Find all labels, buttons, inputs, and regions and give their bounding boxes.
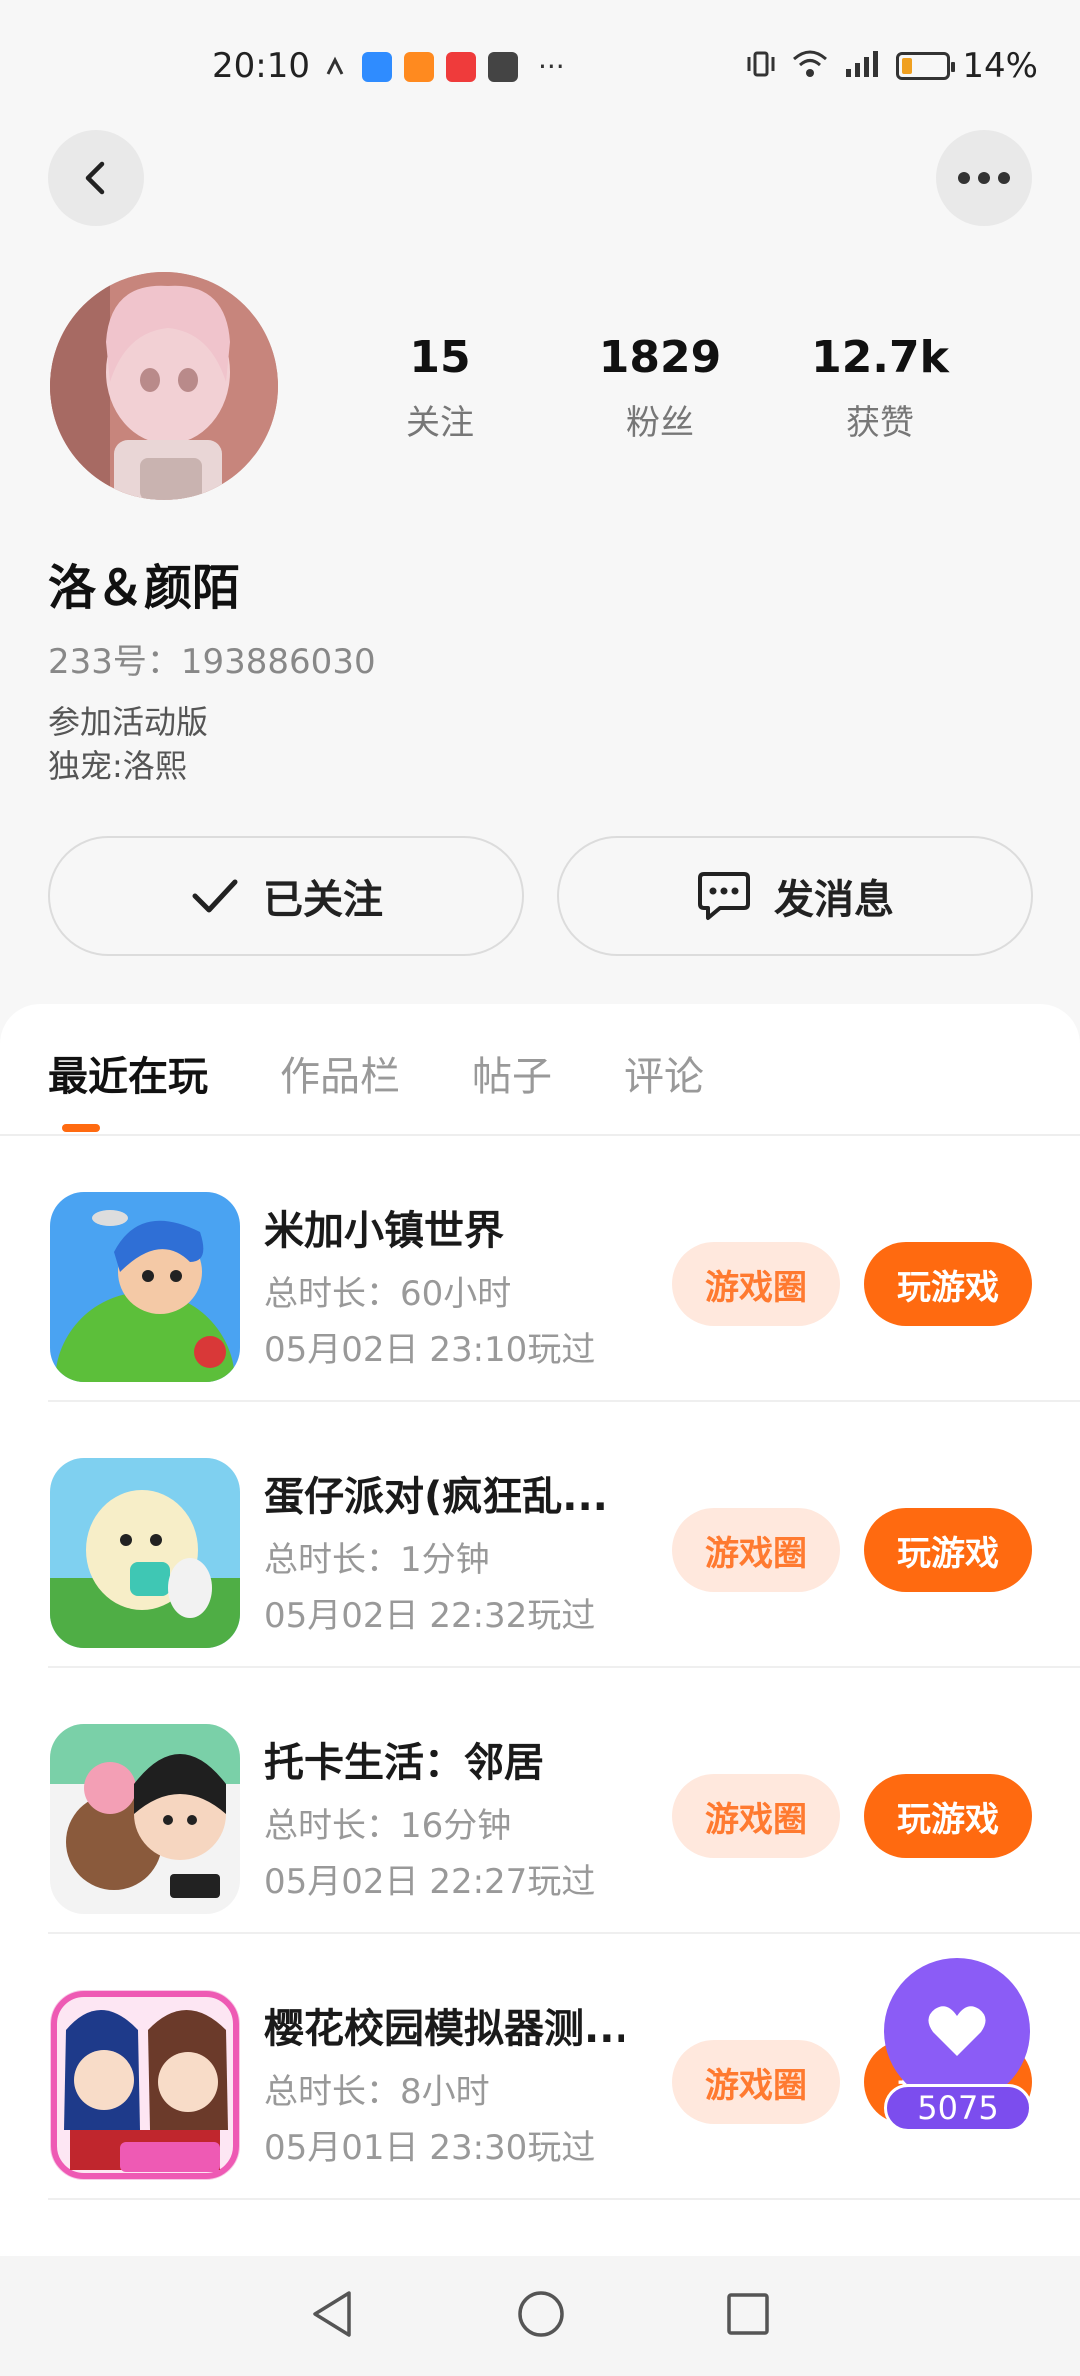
triangle-back-icon bbox=[313, 2291, 352, 2337]
active-tab-indicator bbox=[62, 1124, 100, 1132]
store-app-icon bbox=[488, 51, 518, 82]
status-right: 14% bbox=[744, 46, 1038, 86]
user-bio: 参加活动版 独宠:洛熙 bbox=[48, 700, 208, 788]
nav-back-button[interactable] bbox=[309, 2289, 357, 2343]
game-title: 蛋仔派对(疯狂乱... bbox=[264, 1474, 608, 1520]
game-icon-sakura-school bbox=[50, 1990, 240, 2180]
video-app-icon bbox=[404, 51, 434, 82]
status-time: 20:10 bbox=[212, 46, 310, 86]
following-count: 15 bbox=[409, 332, 471, 383]
game-duration: 总时长：60小时 bbox=[264, 1274, 512, 1314]
nav-recents-button[interactable] bbox=[725, 2291, 771, 2341]
vibrate-icon bbox=[744, 47, 778, 85]
avatar[interactable] bbox=[50, 272, 278, 500]
game-circle-button[interactable]: 游戏圈 bbox=[672, 1774, 840, 1858]
game-last-played: 05月01日 23:30玩过 bbox=[264, 2128, 596, 2168]
more-options-button[interactable] bbox=[936, 130, 1032, 226]
list-item[interactable]: 托卡生活：邻居 总时长：16分钟 05月02日 22:27玩过 游戏圈 玩游戏 bbox=[0, 1668, 1080, 1934]
game-title: 樱花校园模拟器测... bbox=[264, 2006, 624, 2052]
game-icon-eggy-party bbox=[50, 1458, 240, 1648]
profile-tabs: 最近在玩 作品栏 帖子 评论 bbox=[48, 1044, 704, 1136]
game-duration: 总时长：8小时 bbox=[264, 2072, 490, 2112]
notification-icons: ··· bbox=[320, 50, 565, 83]
cellular-signal-icon bbox=[842, 47, 884, 85]
floating-like-widget[interactable]: 5075 bbox=[884, 1958, 1032, 2134]
wifi-icon bbox=[790, 47, 830, 85]
user-nickname: 洛＆颜陌 bbox=[48, 560, 241, 616]
send-message-label: 发消息 bbox=[774, 877, 894, 923]
following-stat[interactable]: 15 关注 bbox=[330, 332, 550, 444]
game-last-played: 05月02日 22:27玩过 bbox=[264, 1862, 596, 1902]
system-nav-bar bbox=[0, 2256, 1080, 2376]
game-title: 米加小镇世界 bbox=[264, 1208, 504, 1254]
bio-line: 参加活动版 bbox=[48, 703, 209, 741]
followers-label: 粉丝 bbox=[626, 403, 694, 443]
following-label: 关注 bbox=[406, 403, 474, 443]
user-id[interactable]: 233号：193886030 bbox=[48, 634, 376, 683]
silent-mode-icon bbox=[320, 52, 350, 82]
play-game-button[interactable]: 玩游戏 bbox=[864, 1508, 1032, 1592]
followers-count: 1829 bbox=[598, 332, 722, 383]
weather-app-icon bbox=[362, 51, 392, 82]
list-item[interactable]: 米加小镇世界 总时长：60小时 05月02日 23:10玩过 游戏圈 玩游戏 bbox=[0, 1136, 1080, 1402]
game-circle-button[interactable]: 游戏圈 bbox=[672, 2040, 840, 2124]
square-recents-icon bbox=[726, 2293, 769, 2335]
tab-works[interactable]: 作品栏 bbox=[280, 1044, 400, 1136]
game-circle-button[interactable]: 游戏圈 bbox=[672, 1508, 840, 1592]
bio-line: 独宠:洛熙 bbox=[48, 747, 187, 785]
game-last-played: 05月02日 23:10玩过 bbox=[264, 1330, 596, 1370]
tab-comments[interactable]: 评论 bbox=[624, 1044, 704, 1136]
send-message-button[interactable]: 发消息 bbox=[557, 836, 1033, 956]
battery-icon bbox=[896, 52, 956, 80]
heart-icon bbox=[928, 2006, 986, 2056]
game-circle-button[interactable]: 游戏圈 bbox=[672, 1242, 840, 1326]
followers-stat[interactable]: 1829 粉丝 bbox=[550, 332, 770, 444]
checkmark-icon bbox=[192, 879, 238, 913]
battery-percent: 14% bbox=[962, 46, 1038, 86]
back-button[interactable] bbox=[48, 130, 144, 226]
huawei-app-icon bbox=[446, 51, 476, 82]
likes-label: 获赞 bbox=[846, 403, 914, 443]
game-duration: 总时长：16分钟 bbox=[264, 1806, 512, 1846]
like-count-badge: 5075 bbox=[884, 2084, 1032, 2132]
likes-stat[interactable]: 12.7k 获赞 bbox=[770, 332, 990, 444]
more-notifications-icon: ··· bbox=[538, 50, 565, 83]
game-icon-toca-life bbox=[50, 1724, 240, 1914]
chevron-left-icon bbox=[85, 161, 105, 195]
play-game-button[interactable]: 玩游戏 bbox=[864, 1242, 1032, 1326]
list-item[interactable]: 蛋仔派对(疯狂乱... 总时长：1分钟 05月02日 22:32玩过 游戏圈 玩… bbox=[0, 1402, 1080, 1668]
profile-stats: 15 关注 1829 粉丝 12.7k 获赞 bbox=[330, 332, 990, 444]
like-circle bbox=[884, 1958, 1030, 2104]
status-bar: 20:10 ··· 14% bbox=[0, 0, 1080, 130]
game-icon-miga bbox=[50, 1192, 240, 1382]
row-divider bbox=[48, 2198, 1080, 2200]
followed-button[interactable]: 已关注 bbox=[48, 836, 524, 956]
likes-count: 12.7k bbox=[811, 332, 949, 383]
circle-home-icon bbox=[518, 2291, 564, 2337]
followed-label: 已关注 bbox=[263, 877, 383, 923]
game-last-played: 05月02日 22:32玩过 bbox=[264, 1596, 596, 1636]
play-game-button[interactable]: 玩游戏 bbox=[864, 1774, 1032, 1858]
nav-home-button[interactable] bbox=[516, 2289, 566, 2343]
game-title: 托卡生活：邻居 bbox=[264, 1740, 544, 1786]
more-horizontal-icon bbox=[958, 172, 1010, 184]
tab-recently-played[interactable]: 最近在玩 bbox=[48, 1044, 208, 1136]
tab-posts[interactable]: 帖子 bbox=[472, 1044, 552, 1136]
game-duration: 总时长：1分钟 bbox=[264, 1540, 490, 1580]
chat-bubble-icon bbox=[698, 872, 750, 920]
